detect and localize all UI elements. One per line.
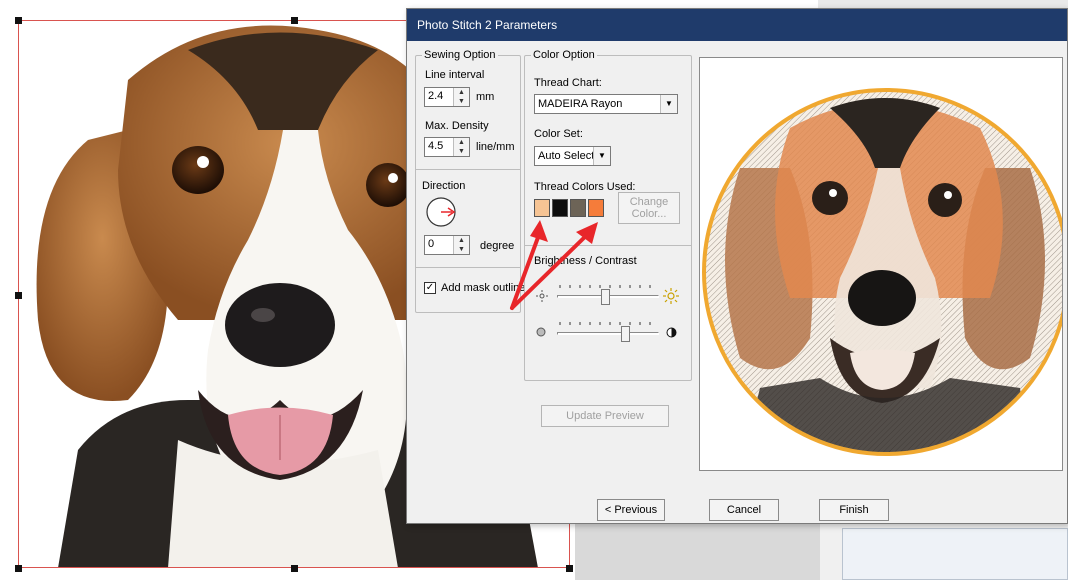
- degree-value[interactable]: 0: [428, 238, 434, 250]
- change-color-label-line-2: Color...: [631, 208, 667, 220]
- previous-button[interactable]: < Previous: [597, 499, 665, 521]
- contrast-high-icon: [666, 327, 677, 338]
- background-workspace: [575, 520, 835, 580]
- line-interval-unit: mm: [476, 91, 495, 103]
- stitch-preview: [699, 57, 1068, 471]
- sewing-divider-1: [416, 169, 520, 170]
- change-color-label-line-1: Change: [629, 196, 669, 208]
- change-color-button[interactable]: Change Color...: [618, 192, 680, 224]
- color-set-select[interactable]: Auto Select ▼: [534, 146, 611, 166]
- resize-handle-bottom[interactable]: [291, 565, 298, 572]
- thread-chart-select[interactable]: MADEIRA Rayon ▼: [534, 94, 678, 114]
- background-toolbar: [818, 0, 1068, 8]
- color-set-label: Color Set:: [534, 128, 583, 140]
- resize-handle-left[interactable]: [15, 292, 22, 299]
- max-density-label: Max. Density: [425, 120, 489, 132]
- color-option-title: Color Option: [531, 49, 597, 61]
- contrast-slider-track[interactable]: [557, 332, 659, 335]
- cancel-button[interactable]: Cancel: [709, 499, 779, 521]
- line-interval-spinner[interactable]: 2.4 ▲ ▼: [424, 87, 470, 107]
- line-interval-label: Line interval: [425, 69, 485, 81]
- sun-large-icon: [663, 288, 679, 304]
- degree-spinner[interactable]: 0 ▲ ▼: [424, 235, 470, 255]
- thread-chart-value[interactable]: MADEIRA Rayon: [538, 98, 622, 110]
- max-density-unit: line/mm: [476, 141, 515, 153]
- embroidery-preview-image: [702, 88, 1068, 456]
- dialog-title[interactable]: Photo Stitch 2 Parameters: [407, 9, 1067, 41]
- chevron-down-icon[interactable]: ▼: [660, 95, 677, 113]
- add-mask-outline-checkbox[interactable]: ✓: [424, 282, 436, 294]
- contrast-slider-thumb[interactable]: [621, 326, 630, 342]
- line-interval-spin-buttons[interactable]: ▲ ▼: [453, 88, 469, 106]
- color-set-value[interactable]: Auto Select: [538, 150, 594, 162]
- max-density-value[interactable]: 4.5: [428, 140, 443, 152]
- resize-handle-top-left[interactable]: [15, 17, 22, 24]
- resize-handle-top[interactable]: [291, 17, 298, 24]
- line-interval-value[interactable]: 2.4: [428, 90, 443, 102]
- max-density-spinner[interactable]: 4.5 ▲ ▼: [424, 137, 470, 157]
- resize-handle-bottom-right[interactable]: [566, 565, 573, 572]
- resize-handle-bottom-left[interactable]: [15, 565, 22, 572]
- degree-spin-buttons[interactable]: ▲ ▼: [453, 236, 469, 254]
- sewing-option-title: Sewing Option: [422, 49, 498, 61]
- chevron-down-icon[interactable]: ▼: [593, 147, 610, 165]
- direction-dial-icon[interactable]: [425, 196, 457, 228]
- finish-button[interactable]: Finish: [819, 499, 889, 521]
- contrast-low-icon: [536, 327, 546, 337]
- max-density-spin-buttons[interactable]: ▲ ▼: [453, 138, 469, 156]
- background-side-panel-inner: [842, 528, 1068, 580]
- direction-label: Direction: [422, 180, 466, 192]
- thread-chart-label: Thread Chart:: [534, 77, 602, 89]
- red-arrow-annotation: [510, 220, 598, 310]
- update-preview-button[interactable]: Update Preview: [541, 405, 669, 427]
